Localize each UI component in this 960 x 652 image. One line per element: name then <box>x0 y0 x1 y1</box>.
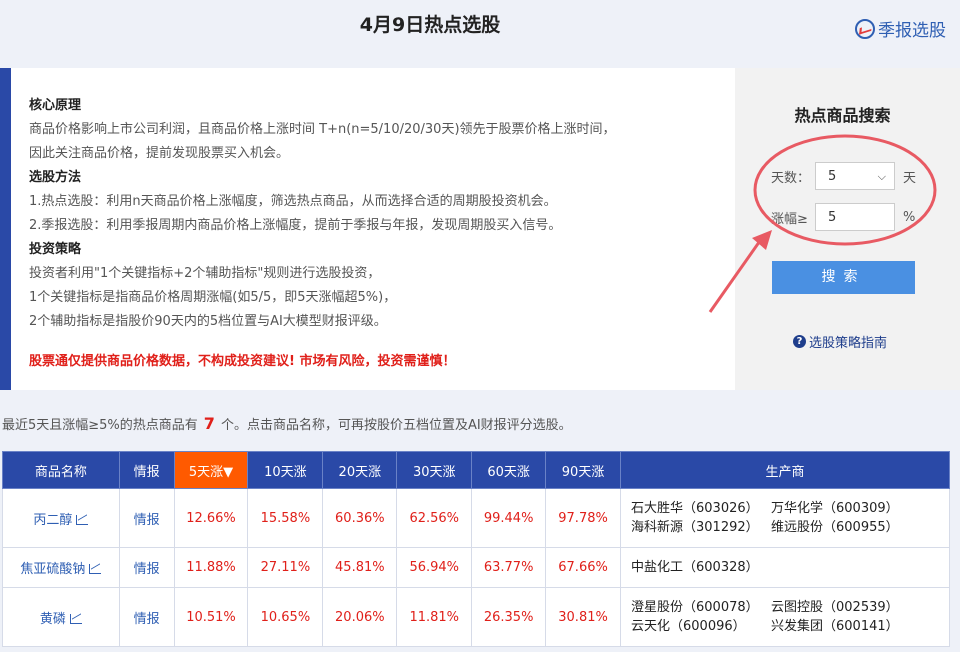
section-heading: 核心原理 <box>29 98 82 113</box>
producer-link[interactable]: 海科新源（301292） <box>631 518 771 537</box>
section-text: 投资者利用"1个关键指标+2个辅助指标"规则进行选股投资， <box>29 266 381 281</box>
trend-chart-icon[interactable] <box>69 613 82 624</box>
hot-commodity-table: 商品名称 情报 5天涨▼ 10天涨 20天涨 30天涨 60天涨 90天涨 生产… <box>2 451 950 647</box>
producer-link[interactable]: 云天化（600096） <box>631 617 771 636</box>
rise-30d: 56.94% <box>396 547 473 588</box>
producers-cell: 中盐化工（600328） <box>620 547 950 588</box>
rise-30d: 62.56% <box>396 488 473 548</box>
search-button[interactable]: 搜索 <box>772 261 915 294</box>
col-header-name[interactable]: 商品名称 <box>2 451 120 489</box>
days-row: 天数： 5 ⌵ 天 <box>771 162 916 190</box>
table-row: 黄磷 情报 10.51% 10.65% 20.06% 11.81% 26.35%… <box>2 587 950 647</box>
days-unit: 天 <box>903 170 917 186</box>
help-icon: ? <box>793 335 806 348</box>
trend-chart-icon[interactable] <box>76 514 89 525</box>
rise-30d: 11.81% <box>396 587 473 647</box>
producer-link[interactable]: 石大胜华（603026） <box>631 499 771 518</box>
rise-label: 涨幅≥ <box>771 211 808 227</box>
intro-panel: 核心原理 商品价格影响上市公司利润，且商品价格上涨时间 T+n(n=5/10/2… <box>0 68 735 390</box>
rise-unit: % <box>903 209 916 225</box>
col-header-60d[interactable]: 60天涨 <box>471 451 547 489</box>
page-title: 4月9日热点选股 <box>359 14 501 36</box>
section-text: 因此关注商品价格，提前发现股票买入机会。 <box>29 146 290 161</box>
rise-5d: 11.88% <box>173 547 249 588</box>
section-text: 商品价格影响上市公司利润，且商品价格上涨时间 T+n(n=5/10/20/30天… <box>29 122 616 137</box>
rise-20d: 45.81% <box>322 547 398 588</box>
info-link[interactable]: 情报 <box>118 547 175 588</box>
col-header-info: 情报 <box>118 451 175 489</box>
rise-10d: 27.11% <box>247 547 324 588</box>
search-title: 热点商品搜索 <box>794 106 891 125</box>
commodity-name[interactable]: 丙二醇 <box>2 488 120 548</box>
rise-60d: 63.77% <box>471 547 547 588</box>
col-header-90d[interactable]: 90天涨 <box>545 451 622 489</box>
hot-count: 7 <box>203 414 215 433</box>
rise-60d: 99.44% <box>471 488 547 548</box>
table-row: 丙二醇 情报 12.66% 15.58% 60.36% 62.56% 99.44… <box>2 488 950 548</box>
section-heading: 选股方法 <box>29 170 82 185</box>
col-header-20d[interactable]: 20天涨 <box>322 451 398 489</box>
rise-10d: 15.58% <box>247 488 324 548</box>
rise-90d: 67.66% <box>545 547 622 588</box>
search-panel: 热点商品搜索 天数： 5 ⌵ 天 涨幅≥ 5 % 搜索 ? 选股策略指南 <box>735 68 960 390</box>
days-label: 天数： <box>771 170 811 186</box>
section-text: 1个关键指标是指商品价格周期涨幅(如5/5，即5天涨幅超5%)， <box>29 290 397 305</box>
rise-90d: 30.81% <box>545 587 622 647</box>
info-link[interactable]: 情报 <box>118 488 175 548</box>
col-header-10d[interactable]: 10天涨 <box>247 451 324 489</box>
producer-link[interactable]: 万华化学（600309） <box>771 499 921 518</box>
rise-20d: 60.36% <box>322 488 398 548</box>
quarterly-report-link[interactable]: 季报选股 <box>855 16 946 41</box>
rise-input[interactable]: 5 <box>815 203 895 231</box>
days-select[interactable]: 5 ⌵ <box>815 162 895 190</box>
producer-link[interactable]: 云图控股（002539） <box>771 598 921 617</box>
summary-text: 最近5天且涨幅≥5%的热点商品有 7 个。点击商品名称，可再按股价五档位置及AI财报… <box>2 414 572 433</box>
col-header-30d[interactable]: 30天涨 <box>396 451 473 489</box>
rise-90d: 97.78% <box>545 488 622 548</box>
rise-5d: 12.66% <box>173 488 249 548</box>
trend-chart-icon[interactable] <box>89 564 102 574</box>
producer-link[interactable]: 澄星股份（600078） <box>631 598 771 617</box>
rise-20d: 20.06% <box>322 587 398 647</box>
section-text: 2个辅助指标是指股价90天内的5档位置与AI大模型财报评级。 <box>29 314 387 329</box>
producers-cell: 澄星股份（600078） 云图控股（002539） 云天化（600096） 兴发… <box>620 587 950 647</box>
table-header-row: 商品名称 情报 5天涨▼ 10天涨 20天涨 30天涨 60天涨 90天涨 生产… <box>2 451 950 489</box>
rise-row: 涨幅≥ 5 % <box>771 203 915 231</box>
producer-link[interactable]: 维远股份（600955） <box>771 518 921 537</box>
producer-link[interactable]: 中盐化工（600328） <box>631 558 771 577</box>
section-heading: 投资策略 <box>29 242 82 257</box>
producers-cell: 石大胜华（603026） 万华化学（600309） 海科新源（301292） 维… <box>620 488 950 548</box>
col-header-5d[interactable]: 5天涨▼ <box>173 451 249 489</box>
table-row: 焦亚硫酸钠 情报 11.88% 27.11% 45.81% 56.94% 63.… <box>2 547 950 588</box>
chevron-down-icon: ⌵ <box>877 170 886 183</box>
producer-link[interactable]: 兴发集团（600141） <box>771 617 921 636</box>
risk-warning: 股票通仅提供商品价格数据，不构成投资建议! 市场有风险，投资需谨慎！ <box>29 354 456 369</box>
rise-60d: 26.35% <box>471 587 547 647</box>
commodity-name[interactable]: 黄磷 <box>2 587 120 647</box>
section-text: 2.季报选股：利用季报周期内商品价格上涨幅度，提前于季报与年报，发现周期股买入信… <box>29 218 562 233</box>
rise-10d: 10.65% <box>247 587 324 647</box>
section-text: 1.热点选股：利用n天商品价格上涨幅度，筛选热点商品，从而选择合适的周期股投资机… <box>29 194 557 209</box>
strategy-guide-link[interactable]: ? 选股策略指南 <box>793 332 887 351</box>
chart-search-icon <box>855 18 875 39</box>
commodity-name[interactable]: 焦亚硫酸钠 <box>2 547 120 588</box>
rise-5d: 10.51% <box>173 587 249 647</box>
col-header-producers: 生产商 <box>620 451 950 489</box>
info-link[interactable]: 情报 <box>118 587 175 647</box>
